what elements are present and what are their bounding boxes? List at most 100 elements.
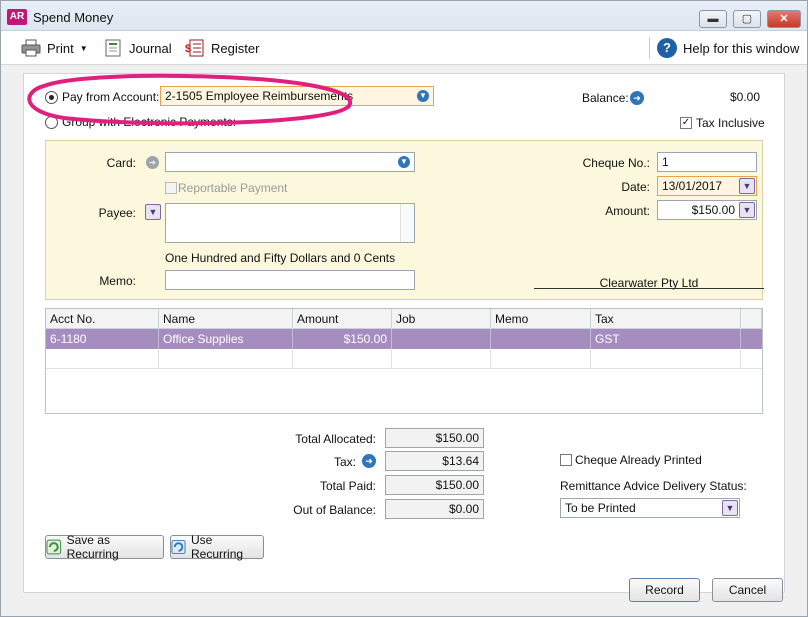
reportable-payment-label: Reportable Payment [178,181,288,195]
amount-value: $150.00 [691,203,735,217]
title-bar: AR Spend Money ▬ ▢ ✕ [1,1,807,31]
register-label: Register [211,40,260,56]
col-name[interactable]: Name [159,309,293,329]
save-as-recurring-button[interactable]: Save as Recurring [45,533,164,561]
empty-cell[interactable] [46,349,159,369]
amount-label: Amount: [605,204,650,218]
print-label: Print [47,40,74,56]
maximize-button[interactable]: ▢ [733,10,761,28]
memo-label: Memo: [99,274,136,288]
toolbar: Print ▼ Journal $ Register ? Help for th… [1,31,807,65]
cheque-printed-label: Cheque Already Printed [575,453,702,467]
empty-cell[interactable] [159,349,293,369]
col-extra [741,309,762,329]
balance-arrow-icon[interactable]: ➜ [630,91,644,105]
svg-text:$: $ [185,43,191,55]
cell-tax[interactable]: GST [591,329,741,349]
cell-job[interactable] [392,329,491,349]
close-button[interactable]: ✕ [767,10,801,28]
print-button[interactable]: Print ▼ [21,39,88,57]
remittance-select[interactable]: To be Printed ▼ [560,498,740,518]
journal-icon [105,39,121,57]
cheque-no-value: 1 [662,155,669,169]
cell-amount[interactable]: $150.00 [293,329,392,349]
total-paid-value: $150.00 [385,475,484,495]
help-label: Help for this window [683,40,800,56]
remittance-value: To be Printed [565,501,636,515]
toolbar-divider [649,37,650,59]
amount-input[interactable]: $150.00 ▼ [657,200,757,220]
use-recurring-label: Use Recurring [191,533,244,561]
out-of-balance-label: Out of Balance: [293,503,376,517]
empty-cell[interactable] [591,349,741,369]
col-acct-no[interactable]: Acct No. [46,309,159,329]
card-select[interactable]: ▼ [165,152,415,172]
reportable-payment-checkbox[interactable] [165,182,177,194]
cheque-no-label: Cheque No.: [582,156,650,170]
tax-inclusive-label: Tax Inclusive [696,116,765,130]
table-row[interactable]: 6-1180 Office Supplies $150.00 GST [46,329,762,349]
empty-cell[interactable] [491,349,591,369]
dropdown-arrow-icon: ▼ [417,90,429,102]
allocation-table: Acct No. Name Amount Job Memo Tax 6-1180… [45,308,763,414]
total-paid-label: Total Paid: [319,479,376,493]
total-allocated-value: $150.00 [385,428,484,448]
chevron-down-icon: ▼ [722,500,738,516]
main-panel: Pay from Account: 2-1505 Employee Reimbu… [23,73,785,593]
amount-dropdown-icon[interactable]: ▼ [739,202,755,218]
balance-label: Balance: [582,91,629,105]
table-row-empty[interactable] [46,349,762,369]
dropdown-arrow-icon: ▼ [398,156,410,168]
memo-input[interactable] [165,270,415,290]
date-label: Date: [621,180,650,194]
payee-textarea[interactable] [165,203,415,243]
tax-value: $13.64 [385,451,484,471]
card-arrow-icon[interactable]: ➜ [146,156,159,169]
journal-label: Journal [129,40,172,56]
date-input[interactable]: 13/01/2017 ▼ [657,176,757,196]
empty-cell[interactable] [293,349,392,369]
payee-scrollbar[interactable] [400,204,414,242]
cell-name[interactable]: Office Supplies [159,329,293,349]
tax-inclusive-checkbox[interactable]: ✓ [680,117,692,129]
payee-dropdown-icon[interactable]: ▼ [145,204,161,220]
window-title: Spend Money [33,10,114,25]
journal-button[interactable]: Journal [103,39,172,57]
chevron-down-icon: ▼ [79,43,88,53]
highlight-annotation [27,73,353,126]
minimize-button[interactable]: ▬ [699,10,727,28]
cell-acct-no[interactable]: 6-1180 [46,329,159,349]
cheque-no-input[interactable]: 1 [657,152,757,172]
recurring-use-icon [171,539,186,555]
out-of-balance-value: $0.00 [385,499,484,519]
card-label: Card: [106,156,136,170]
balance-value: $0.00 [729,90,760,104]
col-amount[interactable]: Amount [293,309,392,329]
help-icon: ? [657,38,677,58]
cheque-printed-checkbox[interactable] [560,454,572,466]
recurring-save-icon [46,539,62,555]
register-button[interactable]: $ Register [185,39,259,57]
total-allocated-label: Total Allocated: [295,432,376,446]
tax-arrow-icon[interactable]: ➜ [362,454,376,468]
col-job[interactable]: Job [392,309,491,329]
remittance-label: Remittance Advice Delivery Status: [560,479,747,493]
col-tax[interactable]: Tax [591,309,741,329]
payee-label: Payee: [98,206,136,220]
record-button[interactable]: Record [629,578,700,602]
cancel-button[interactable]: Cancel [712,578,783,602]
save-recurring-label: Save as Recurring [66,533,119,561]
signature-line [534,288,764,289]
printer-icon [21,39,41,57]
empty-cell[interactable] [392,349,491,369]
help-button[interactable]: ? Help for this window [657,38,799,58]
amount-in-words: One Hundred and Fifty Dollars and 0 Cent… [165,251,396,265]
cheque-area: Card: ➜ ▼ Reportable Payment Payee: ▼ On… [45,140,764,300]
tax-label: Tax: [333,455,356,469]
app-logo: AR [7,9,27,25]
calendar-dropdown-icon[interactable]: ▼ [739,178,755,194]
use-recurring-button[interactable]: Use Recurring [170,533,264,561]
cell-memo[interactable] [491,329,591,349]
col-memo[interactable]: Memo [491,309,591,329]
spend-money-window: AR Spend Money ▬ ▢ ✕ Print ▼ Journal $ R… [0,0,808,617]
